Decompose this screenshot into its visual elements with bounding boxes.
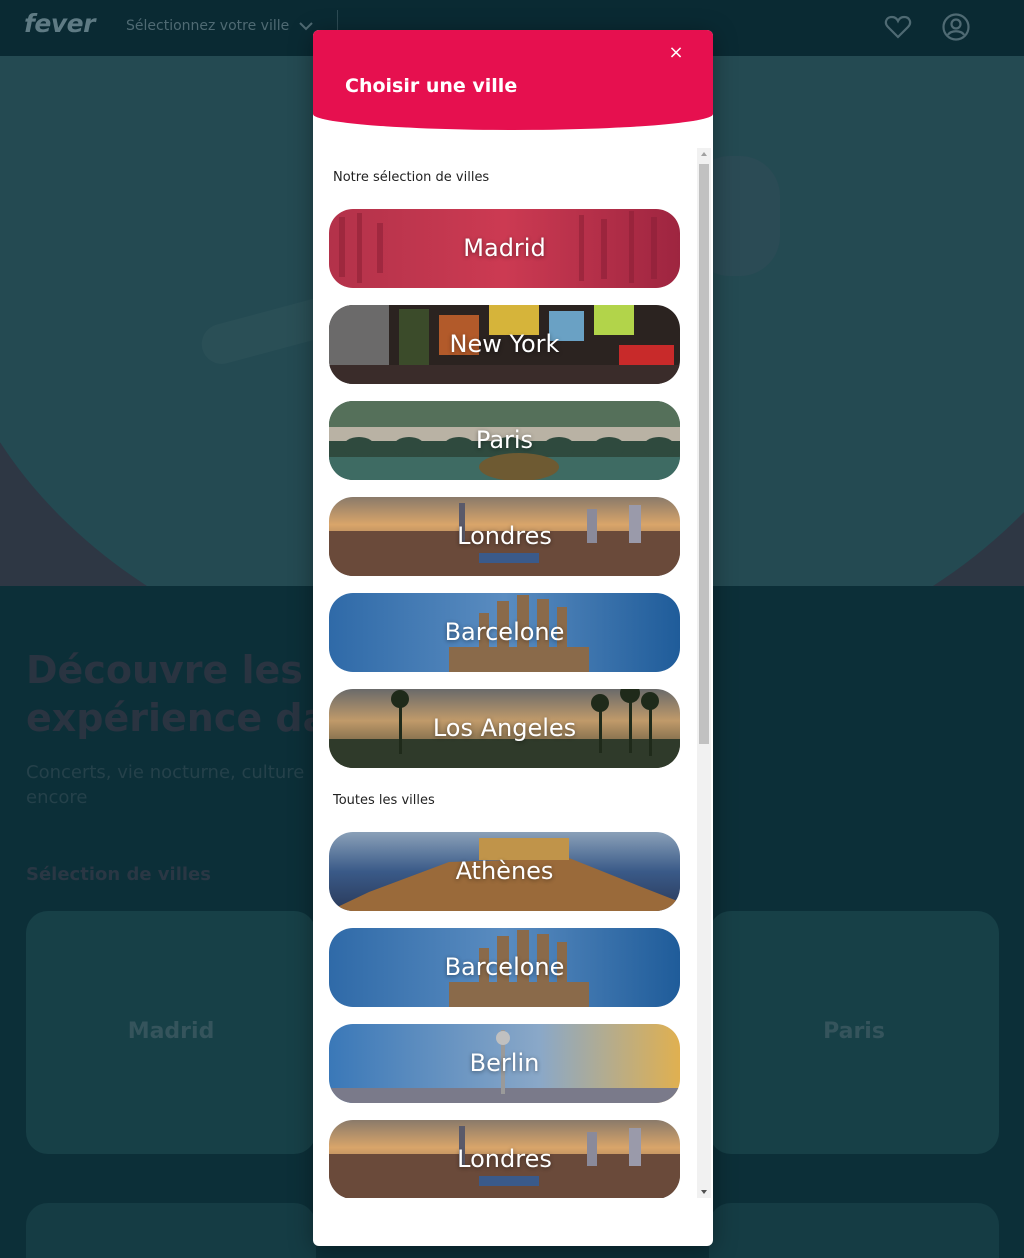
city-option-label: Athènes: [455, 857, 554, 885]
city-option-label: Los Angeles: [432, 714, 577, 742]
city-option-label: Barcelone: [444, 953, 565, 981]
city-option-label: Paris: [475, 426, 534, 454]
hero-headline: Découvre les m expérience da: [26, 648, 356, 740]
city-option-new-york[interactable]: New York: [329, 305, 680, 384]
city-option-londres-all[interactable]: Londres: [329, 1120, 680, 1198]
city-option-los-angeles[interactable]: Los Angeles: [329, 689, 680, 768]
city-card-madrid[interactable]: Madrid: [26, 911, 316, 1154]
fever-logo[interactable]: fever: [24, 9, 95, 38]
city-option-label: Berlin: [469, 1049, 540, 1077]
city-picker-modal: Choisir une ville × Notre sélection de v…: [313, 30, 713, 1246]
city-option-madrid[interactable]: Madrid: [329, 209, 680, 288]
city-option-barcelone-all[interactable]: Barcelone: [329, 928, 680, 1007]
city-select-dropdown[interactable]: Sélectionnez votre ville: [126, 18, 313, 34]
city-list[interactable]: Notre sélection de villes Madrid New Yor…: [313, 148, 697, 1198]
scroll-down-arrow-icon[interactable]: [701, 1190, 707, 1194]
city-option-label: Londres: [457, 1145, 552, 1173]
user-circle-icon[interactable]: [941, 12, 971, 42]
close-button[interactable]: ×: [665, 42, 687, 64]
city-option-londres[interactable]: Londres: [329, 497, 680, 576]
city-option-paris[interactable]: Paris: [329, 401, 680, 480]
city-option-barcelone[interactable]: Barcelone: [329, 593, 680, 672]
city-card-paris[interactable]: Paris: [709, 911, 999, 1154]
city-option-athenes[interactable]: Athènes: [329, 832, 680, 911]
city-card-row2-left[interactable]: [26, 1203, 316, 1258]
city-option-label: Madrid: [463, 234, 546, 262]
modal-scrollbar[interactable]: [697, 148, 711, 1198]
city-option-berlin[interactable]: Berlin: [329, 1024, 680, 1103]
featured-cities-label: Notre sélection de villes: [333, 170, 490, 185]
modal-header: Choisir une ville ×: [313, 30, 713, 130]
city-option-label: Barcelone: [444, 618, 565, 646]
city-option-label: New York: [449, 330, 560, 358]
city-option-label: Londres: [457, 522, 552, 550]
scrollbar-thumb[interactable]: [699, 164, 709, 744]
scroll-up-arrow-icon[interactable]: [701, 152, 707, 156]
heart-icon[interactable]: [884, 13, 912, 41]
city-card-row2-right[interactable]: [709, 1203, 999, 1258]
city-section-title: Sélection de villes: [26, 864, 211, 885]
all-cities-label: Toutes les villes: [333, 793, 435, 808]
chevron-down-icon: [299, 22, 313, 31]
city-select-label: Sélectionnez votre ville: [126, 18, 290, 34]
modal-title: Choisir une ville: [345, 75, 518, 97]
hero-subline: Concerts, vie nocturne, culture encore: [26, 762, 305, 808]
